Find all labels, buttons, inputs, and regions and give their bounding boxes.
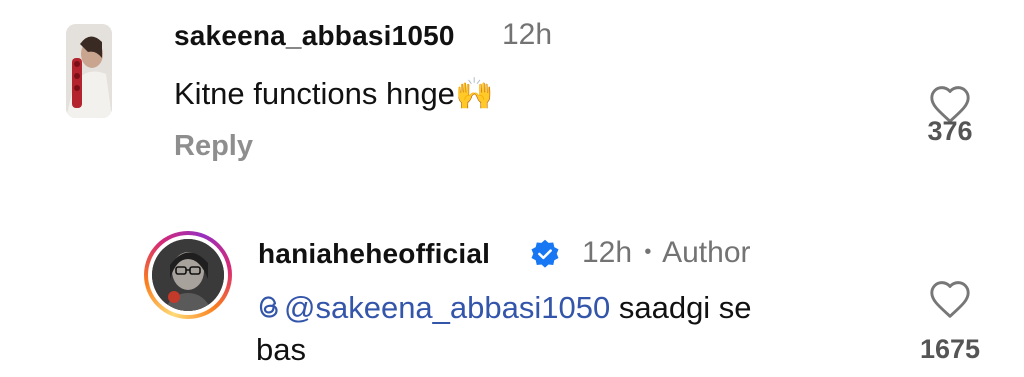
verified-badge-icon	[531, 239, 559, 268]
mention-username[interactable]: @sakeena_abbasi1050	[284, 290, 610, 325]
avatar-ring-gap	[148, 235, 228, 315]
comment-text: Kitne functions hnge	[174, 76, 455, 111]
comment-body: Kitne functions hnge🙌	[174, 75, 494, 112]
raised-hands-emoji: 🙌	[454, 76, 494, 111]
meta-separator: •	[644, 241, 652, 263]
reply-button[interactable]: Reply	[174, 130, 253, 163]
author-meta: 12h • Author	[582, 236, 751, 270]
author-avatar[interactable]	[144, 231, 232, 319]
like-count: 1675	[919, 334, 981, 364]
mention-link[interactable]: @sakeena_abbasi1050	[256, 290, 610, 325]
author-username[interactable]: haniaheheofficial	[258, 238, 490, 270]
reply-body-line2: bas	[256, 332, 306, 367]
author-label: Author	[662, 236, 751, 269]
comment-username[interactable]: sakeena_abbasi1050	[174, 20, 455, 52]
threads-icon	[259, 296, 278, 318]
like-count: 376	[927, 116, 973, 146]
reply-body-line1: @sakeena_abbasi1050 saadgi se	[256, 290, 752, 326]
avatar-photo-art	[152, 239, 224, 311]
comments-thread: sakeena_abbasi1050 12h Kitne functions h…	[0, 0, 1024, 377]
comment-timestamp: 12h	[502, 18, 553, 51]
user-avatar[interactable]	[66, 24, 112, 118]
avatar-photo	[152, 239, 224, 311]
avatar-photo	[66, 24, 112, 118]
heart-outline-icon[interactable]	[928, 279, 972, 319]
reply-timestamp: 12h	[582, 236, 633, 269]
reply-text: saadgi se	[610, 290, 752, 325]
